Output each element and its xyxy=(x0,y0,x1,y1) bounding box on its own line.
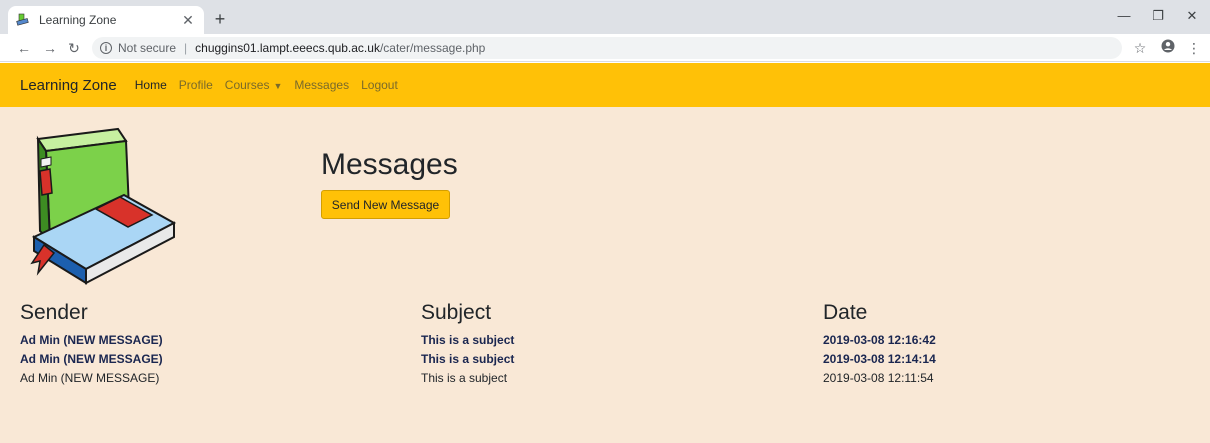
date-column: Date 2019-03-08 12:16:42 2019-03-08 12:1… xyxy=(823,301,936,388)
nav-courses-label: Courses xyxy=(224,78,270,92)
nav-home[interactable]: Home xyxy=(135,78,167,92)
page-title: Messages xyxy=(321,148,458,181)
nav-messages[interactable]: Messages xyxy=(294,78,349,92)
close-tab-icon[interactable]: ✕ xyxy=(180,12,196,29)
site-navbar: Learning Zone Home Profile Courses ▼ Mess… xyxy=(0,63,1210,107)
message-subject[interactable]: This is a subject xyxy=(421,350,514,369)
message-sender[interactable]: Ad Min (NEW MESSAGE) xyxy=(20,350,163,369)
caret-down-icon: ▼ xyxy=(273,81,283,91)
menu-kebab-icon[interactable]: ⋮ xyxy=(1184,38,1204,58)
reload-icon[interactable]: ↻ xyxy=(64,38,84,58)
nav-profile[interactable]: Profile xyxy=(179,78,213,92)
nav-logout[interactable]: Logout xyxy=(361,78,398,92)
message-sender[interactable]: Ad Min (NEW MESSAGE) xyxy=(20,331,163,350)
nav-courses-dropdown[interactable]: Courses ▼ xyxy=(225,78,283,92)
message-subject[interactable]: This is a subject xyxy=(421,369,514,388)
subject-header: Subject xyxy=(421,301,492,324)
minimize-icon[interactable]: — xyxy=(1114,8,1134,23)
date-header: Date xyxy=(823,301,868,324)
browser-tabstrip: Learning Zone ✕ + — ❐ ✕ xyxy=(0,0,1210,34)
tab-title: Learning Zone xyxy=(39,13,117,27)
security-status: Not secure xyxy=(118,41,177,55)
account-icon[interactable] xyxy=(1158,38,1178,58)
forward-icon[interactable]: → xyxy=(40,38,60,58)
send-new-message-button[interactable]: Send New Message xyxy=(321,190,450,219)
info-icon[interactable]: i xyxy=(100,42,112,54)
main-content: Messages Send New Message Sender Ad Min … xyxy=(0,107,1210,443)
close-window-icon[interactable]: ✕ xyxy=(1182,8,1202,24)
url-path: /cater/message.php xyxy=(379,41,486,55)
sender-column: Sender Ad Min (NEW MESSAGE) Ad Min (NEW … xyxy=(20,301,163,388)
books-logo-icon xyxy=(24,127,184,287)
sender-header: Sender xyxy=(20,301,88,324)
subject-column: Subject This is a subject This is a subj… xyxy=(421,301,514,388)
brand-link[interactable]: Learning Zone xyxy=(20,77,117,94)
back-icon[interactable]: ← xyxy=(14,38,34,58)
url-separator: | xyxy=(184,41,188,55)
message-date: 2019-03-08 12:16:42 xyxy=(823,333,936,347)
bookmark-star-icon[interactable]: ☆ xyxy=(1130,38,1150,58)
book-icon xyxy=(16,13,30,27)
message-date: 2019-03-08 12:14:14 xyxy=(823,352,936,366)
message-date: 2019-03-08 12:11:54 xyxy=(823,371,934,385)
url-host: chuggins01.lampt.eeecs.qub.ac.uk xyxy=(195,41,380,55)
browser-tab[interactable]: Learning Zone ✕ xyxy=(8,6,204,34)
browser-toolbar: ← → ↻ i Not secure | chuggins01.lampt.ee… xyxy=(0,34,1210,62)
message-sender[interactable]: Ad Min (NEW MESSAGE) xyxy=(20,369,163,388)
new-tab-icon[interactable]: + xyxy=(209,8,231,30)
restore-icon[interactable]: ❐ xyxy=(1148,8,1168,24)
address-bar[interactable]: i Not secure | chuggins01.lampt.eeecs.qu… xyxy=(92,37,1122,59)
message-subject[interactable]: This is a subject xyxy=(421,331,514,350)
